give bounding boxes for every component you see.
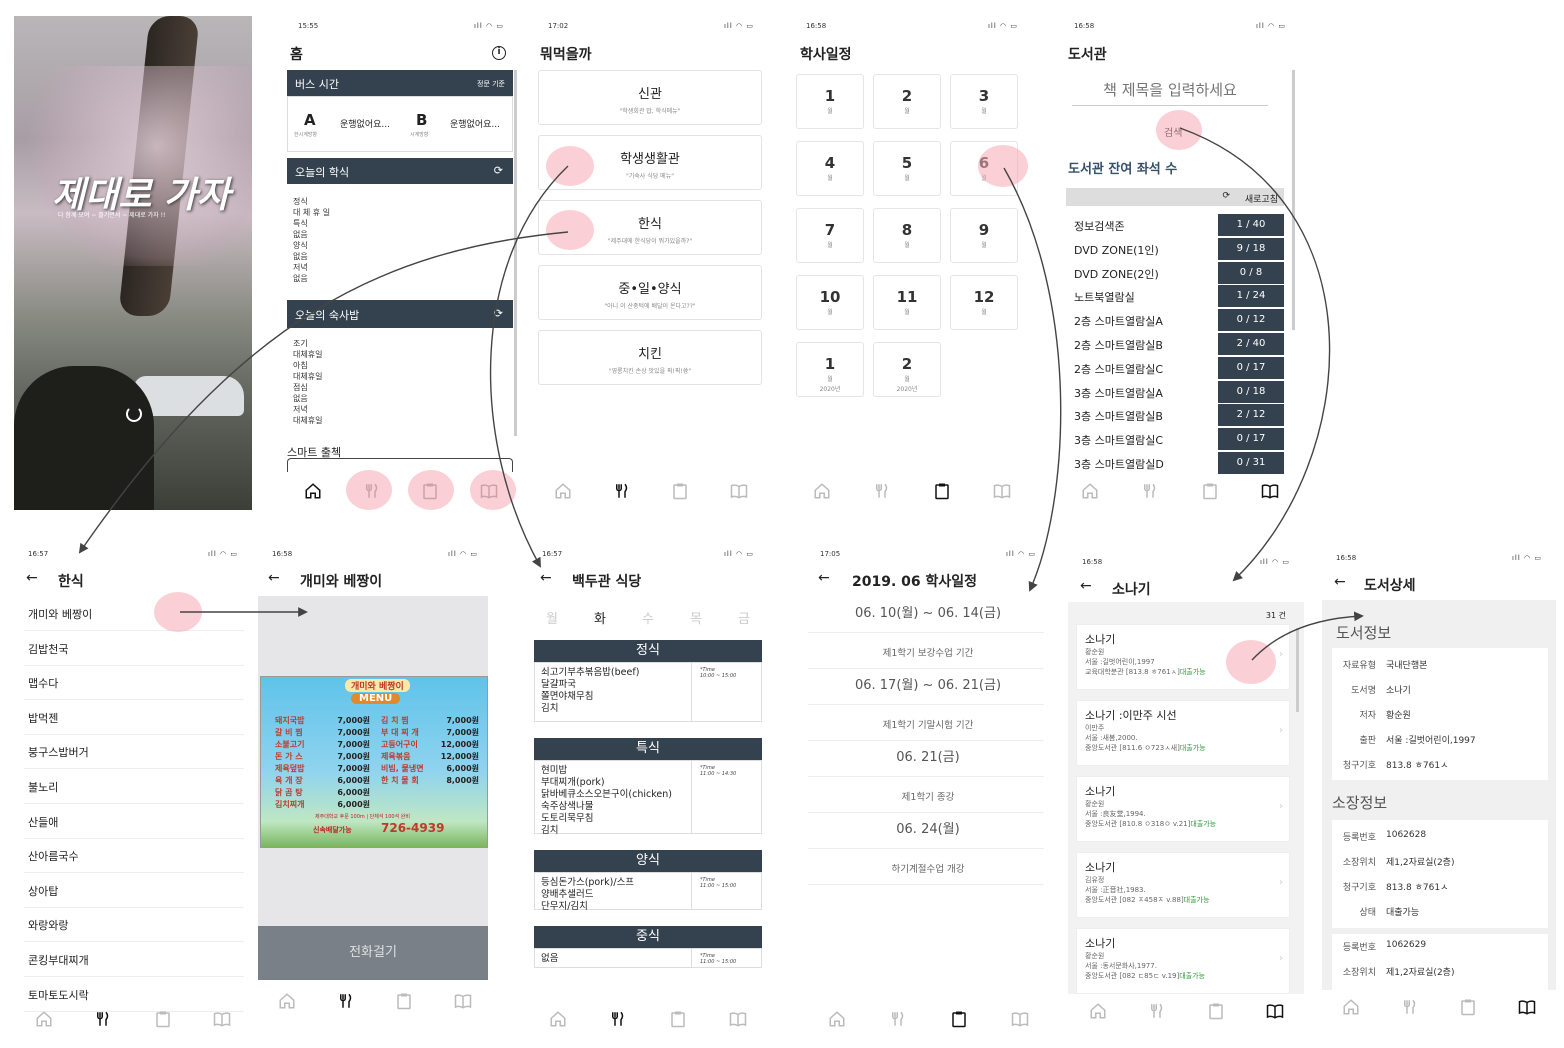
arrow-month	[1003, 167, 1062, 592]
arrow-korean	[78, 231, 569, 554]
arrow-search	[1179, 127, 1331, 582]
flow-arrows	[78, 127, 1364, 661]
arrow-dorm	[489, 165, 569, 568]
arrow-book	[1251, 611, 1364, 661]
